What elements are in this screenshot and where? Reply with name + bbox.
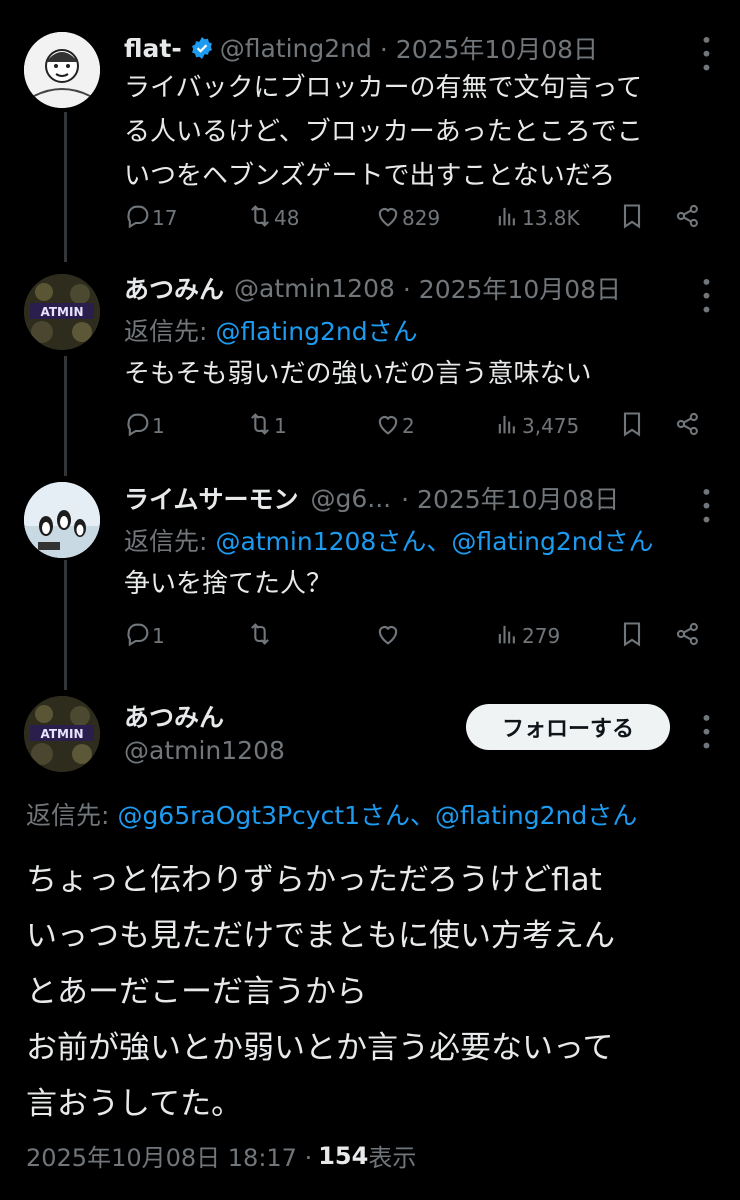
more-icon[interactable]: ••• [694,34,718,75]
share-icon [674,410,702,443]
timestamp-link[interactable]: 2025年10月08日 18:17 · [26,1138,312,1173]
retweet-button[interactable]: 48 [246,198,299,238]
tweet-text: そもそも弱いだの強いだの言う意味ない [124,359,592,389]
share-button[interactable] [674,406,702,446]
verified-icon [190,36,214,60]
more-icon[interactable]: ••• [694,486,718,527]
tweet-header: ライムサーモン @g6... · 2025年10月08日 [124,480,619,516]
thread-line [64,112,67,262]
reply-context: 返信先: @g65raOgt3Pcyct1さん、@flating2ndさん [26,796,637,832]
more-icon[interactable]: ••• [694,276,718,317]
reply-button[interactable]: 17 [124,198,177,238]
retweet-icon [246,620,274,653]
views-button[interactable]: 13.8K [494,198,580,238]
author-handle[interactable]: @atmin1208 [234,274,395,303]
retweet-button[interactable] [246,616,274,656]
heart-icon [374,620,402,653]
tweet-text: ライバックにブロッカーの有無で文句言って る人いるけど、ブロッカーあったところで… [124,73,643,191]
author-name[interactable]: flat- [124,34,182,63]
reply-button[interactable]: 1 [124,406,165,446]
reply-button[interactable]: 1 [124,616,165,656]
retweet-icon [246,410,274,443]
thread-line [64,356,67,476]
reply-icon [124,410,152,443]
reply-icon [124,202,152,235]
tweet-text: 争いを捨てた人？ [124,569,333,599]
author-name[interactable]: あつみん [124,270,224,306]
views-icon [494,202,522,235]
post-date[interactable]: · 2025年10月08日 [403,270,621,306]
svg-text:ATMIN: ATMIN [41,305,84,319]
reply-target-link[interactable]: @g65raOgt3Pcyct1さん、@flating2ndさん [117,796,637,832]
author-name[interactable]: ライムサーモン [124,480,299,516]
views-icon [494,410,522,443]
avatar[interactable] [24,482,100,558]
svg-text:ATMIN: ATMIN [41,727,84,741]
avatar[interactable]: ATMIN [24,696,100,772]
bookmark-icon [618,410,646,443]
reply-context: 返信先: @flating2ndさん [124,312,418,348]
post-date[interactable]: · 2025年10月08日 [380,30,598,66]
heart-icon [374,410,402,443]
heart-icon [374,202,402,235]
author-handle[interactable]: @atmin1208 [124,736,285,765]
view-count: 154 [318,1141,369,1170]
share-icon [674,202,702,235]
like-button[interactable]: 829 [374,198,440,238]
views-button[interactable]: 279 [494,616,560,656]
action-bar: 1 279 [124,616,704,656]
views-button[interactable]: 3,475 [494,406,579,446]
thread-line [64,560,67,690]
bookmark-button[interactable] [618,406,646,446]
reply-icon [124,620,152,653]
more-icon[interactable]: ••• [694,712,718,753]
tweet-header: あつみん @atmin1208 · 2025年10月08日 [124,270,621,306]
bookmark-button[interactable] [618,198,646,238]
avatar[interactable]: ATMIN [24,274,100,350]
post-date[interactable]: · 2025年10月08日 [401,480,619,516]
reply-target-link[interactable]: @atmin1208さん、@flating2ndさん [215,522,653,558]
views-icon [494,620,522,653]
tweet-text: ちょっと伝わりずらかっただろうけどflat いっつも見ただけでまともに使い方考え… [26,862,615,1122]
bookmark-icon [618,202,646,235]
action-bar: 17 48 829 13.8K [124,198,704,238]
reply-target-link[interactable]: @flating2ndさん [215,312,417,348]
share-button[interactable] [674,616,702,656]
reply-context: 返信先: @atmin1208さん、@flating2ndさん [124,522,653,558]
avatar[interactable] [24,32,100,108]
view-label: 表示 [368,1144,417,1172]
post-timestamp: 2025年10月08日 18:17 · 154 表示 [26,1138,416,1173]
like-button[interactable] [374,616,402,656]
author-name[interactable]: あつみん [124,698,224,734]
retweet-icon [246,202,274,235]
tweet-header: flat- @flating2nd · 2025年10月08日 [124,30,598,66]
bookmark-icon [618,620,646,653]
follow-button[interactable]: フォローする [466,704,670,750]
share-button[interactable] [674,198,702,238]
action-bar: 1 1 2 3,475 [124,406,704,446]
author-handle[interactable]: @g6... [311,484,392,513]
share-icon [674,620,702,653]
bookmark-button[interactable] [618,616,646,656]
like-button[interactable]: 2 [374,406,415,446]
author-handle[interactable]: @flating2nd [220,34,372,63]
retweet-button[interactable]: 1 [246,406,287,446]
